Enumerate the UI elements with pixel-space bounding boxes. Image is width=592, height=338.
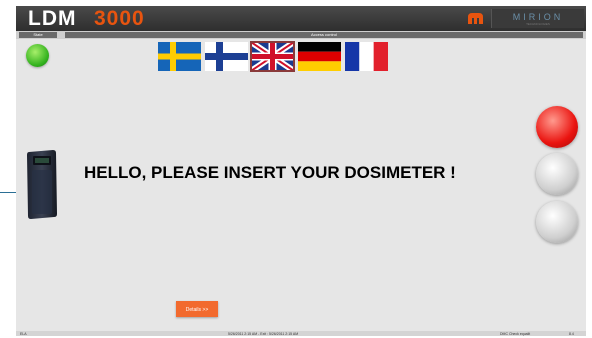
welcome-message: HELLO, PLEASE INSERT YOUR DOSIMETER !	[84, 163, 456, 182]
brand-name: MIRION	[512, 12, 564, 22]
app-logo-number: 3000	[94, 7, 145, 30]
flag-german-button[interactable]	[298, 42, 341, 71]
details-button[interactable]: Details >>	[176, 301, 218, 317]
red-indicator-lamp	[536, 106, 578, 148]
flag-swedish-button[interactable]	[158, 42, 201, 71]
flag-english-button[interactable]	[250, 41, 295, 72]
app-screen: LDM 3000 MIRION TECHNOLOGIES State Acces…	[16, 6, 586, 336]
footer-datetime: 5/26/2011 2:15 AM - Exit : 5/26/2011 2:1…	[228, 331, 299, 336]
access-control-label: Access control	[65, 32, 583, 38]
flag-finnish-button[interactable]	[205, 42, 248, 71]
brand-logo: MIRION TECHNOLOGIES	[491, 9, 584, 28]
germany-flag-icon	[298, 42, 341, 71]
grey-indicator-lamp-2	[536, 201, 578, 243]
mirion-logo-icon	[468, 13, 483, 24]
title-bar: LDM 3000 MIRION TECHNOLOGIES	[16, 6, 586, 31]
footer-bar: ELA 5/26/2011 2:15 AM - Exit : 5/26/2011…	[16, 331, 586, 336]
status-bar: State Access control	[16, 31, 586, 39]
flag-french-button[interactable]	[345, 42, 388, 71]
dosimeter-image	[27, 150, 57, 219]
side-connector-line	[0, 192, 16, 193]
status-indicator-green	[26, 44, 49, 67]
state-label: State	[19, 32, 57, 38]
footer-check-status: DMC Check equalit	[500, 331, 531, 336]
footer-version: 8.4	[569, 331, 574, 336]
france-flag-icon	[345, 42, 388, 71]
app-logo-text: LDM	[28, 7, 77, 30]
footer-left-text: ELA	[20, 331, 27, 336]
uk-flag-icon	[251, 42, 294, 71]
brand-tagline: TECHNOLOGIES	[526, 22, 550, 26]
sweden-flag-icon	[158, 42, 201, 71]
grey-indicator-lamp-1	[536, 153, 578, 195]
finland-flag-icon	[205, 42, 248, 71]
